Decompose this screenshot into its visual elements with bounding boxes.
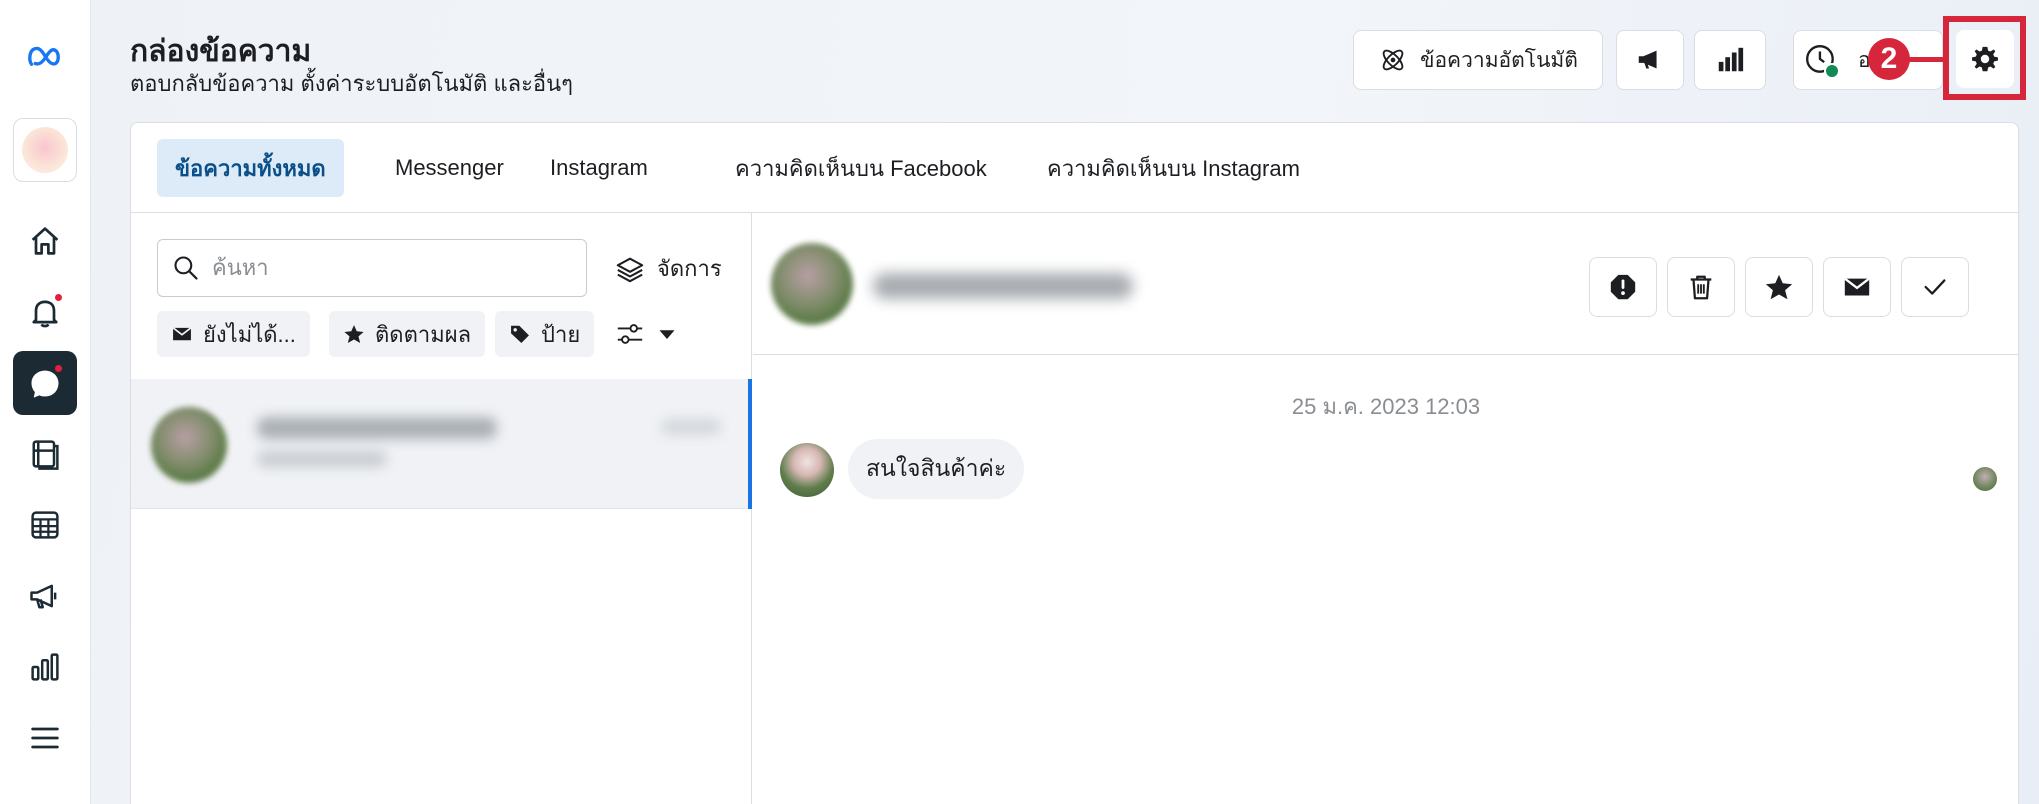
conversation-view: 25 ม.ค. 2023 12:03 สนใจสินค้าค่ะ [753,213,2019,804]
inbox-icon[interactable] [13,351,77,415]
chip-label: ติดตามผล [375,321,472,347]
step-badge: 2 [1868,38,1910,80]
tab-instagram-comments[interactable]: ความคิดเห็นบน Instagram [1029,139,1318,197]
star-icon [344,325,364,343]
manage-button[interactable]: จัดการ [615,251,722,286]
filter-options-button[interactable] [615,311,677,357]
tag-icon [511,325,529,343]
home-icon[interactable] [13,209,77,273]
tab-bar: ข้อความทั้งหมด Messenger Instagram ความค… [131,123,2018,213]
callout-line [1906,57,1946,62]
contact-name-redacted[interactable] [873,273,1133,299]
bell-icon[interactable] [13,280,77,344]
filter-chip-labels[interactable]: ป้าย [495,311,595,357]
insights-icon[interactable] [13,635,77,699]
follow-up-button[interactable] [1745,257,1813,317]
bar-chart-icon [1718,47,1744,72]
check-icon [1924,279,1946,295]
read-receipt-avatar [1973,467,1997,491]
meta-logo-icon[interactable] [13,24,77,88]
filter-chip-follow-up[interactable]: ติดตามผล [329,311,486,357]
chip-label: ยังไม่ได้... [203,321,296,347]
selected-indicator [748,379,752,509]
layers-icon [616,257,644,282]
notification-dot [53,292,64,303]
auto-reply-label: ข้อความอัตโนมัติ [1420,48,1578,72]
envelope-icon [1844,277,1870,296]
tab-messenger[interactable]: Messenger [377,139,522,197]
conversation-header [753,213,2019,355]
manage-label: จัดการ [657,256,722,281]
spam-button[interactable] [1589,257,1657,317]
settings-highlight-box [1943,16,2026,100]
search-box[interactable] [157,239,587,297]
conversation-list: จัดการ ยังไม่ได้... ติดตามผล ป้าย [131,213,752,804]
tab-all-messages[interactable]: ข้อความทั้งหมด [157,139,344,197]
tab-instagram[interactable]: Instagram [532,139,666,197]
chip-label: ป้าย [541,321,581,347]
page-avatar[interactable] [13,118,77,182]
auto-reply-button[interactable]: ข้อความอัตโนมัติ [1353,30,1603,90]
star-icon [1765,274,1793,300]
message-timestamp: 25 ม.ค. 2023 12:03 [1291,394,1481,419]
insights-button[interactable] [1694,30,1766,90]
sender-avatar [780,443,834,497]
caret-down-icon [659,330,675,339]
message-preview-redacted [257,451,387,467]
alert-octagon-icon [1610,274,1636,300]
sliders-icon [617,324,643,344]
filter-chip-unread[interactable]: ยังไม่ได้... [157,311,310,357]
megaphone-icon[interactable] [13,564,77,628]
pages-icon[interactable] [13,422,77,486]
conversation-row[interactable] [131,379,752,509]
delete-button[interactable] [1667,257,1735,317]
ads-button[interactable] [1616,30,1684,90]
atom-icon [1382,49,1404,71]
notification-dot [53,363,64,374]
envelope-icon [172,327,192,341]
inbox-panel: ข้อความทั้งหมด Messenger Instagram ความค… [130,122,2019,804]
contact-name-redacted [257,417,497,439]
clock-icon [1804,43,1840,79]
mark-done-button[interactable] [1901,257,1969,317]
left-rail [0,0,91,804]
online-status-dot [1824,63,1840,79]
search-input[interactable] [212,255,572,281]
mark-unread-button[interactable] [1823,257,1891,317]
contact-avatar[interactable] [771,243,853,325]
message-bubble[interactable]: สนใจสินค้าค่ะ [848,439,1025,499]
table-icon[interactable] [13,493,77,557]
page-subtitle: ตอบกลับข้อความ ตั้งค่าระบบอัตโนมัติ และอ… [130,71,573,96]
time-redacted [661,419,721,435]
megaphone-icon [1638,50,1657,69]
tab-facebook-comments[interactable]: ความคิดเห็นบน Facebook [717,139,1005,197]
trash-icon [1690,275,1712,300]
search-icon [174,256,198,280]
menu-icon[interactable] [13,706,77,770]
contact-avatar [151,407,227,483]
